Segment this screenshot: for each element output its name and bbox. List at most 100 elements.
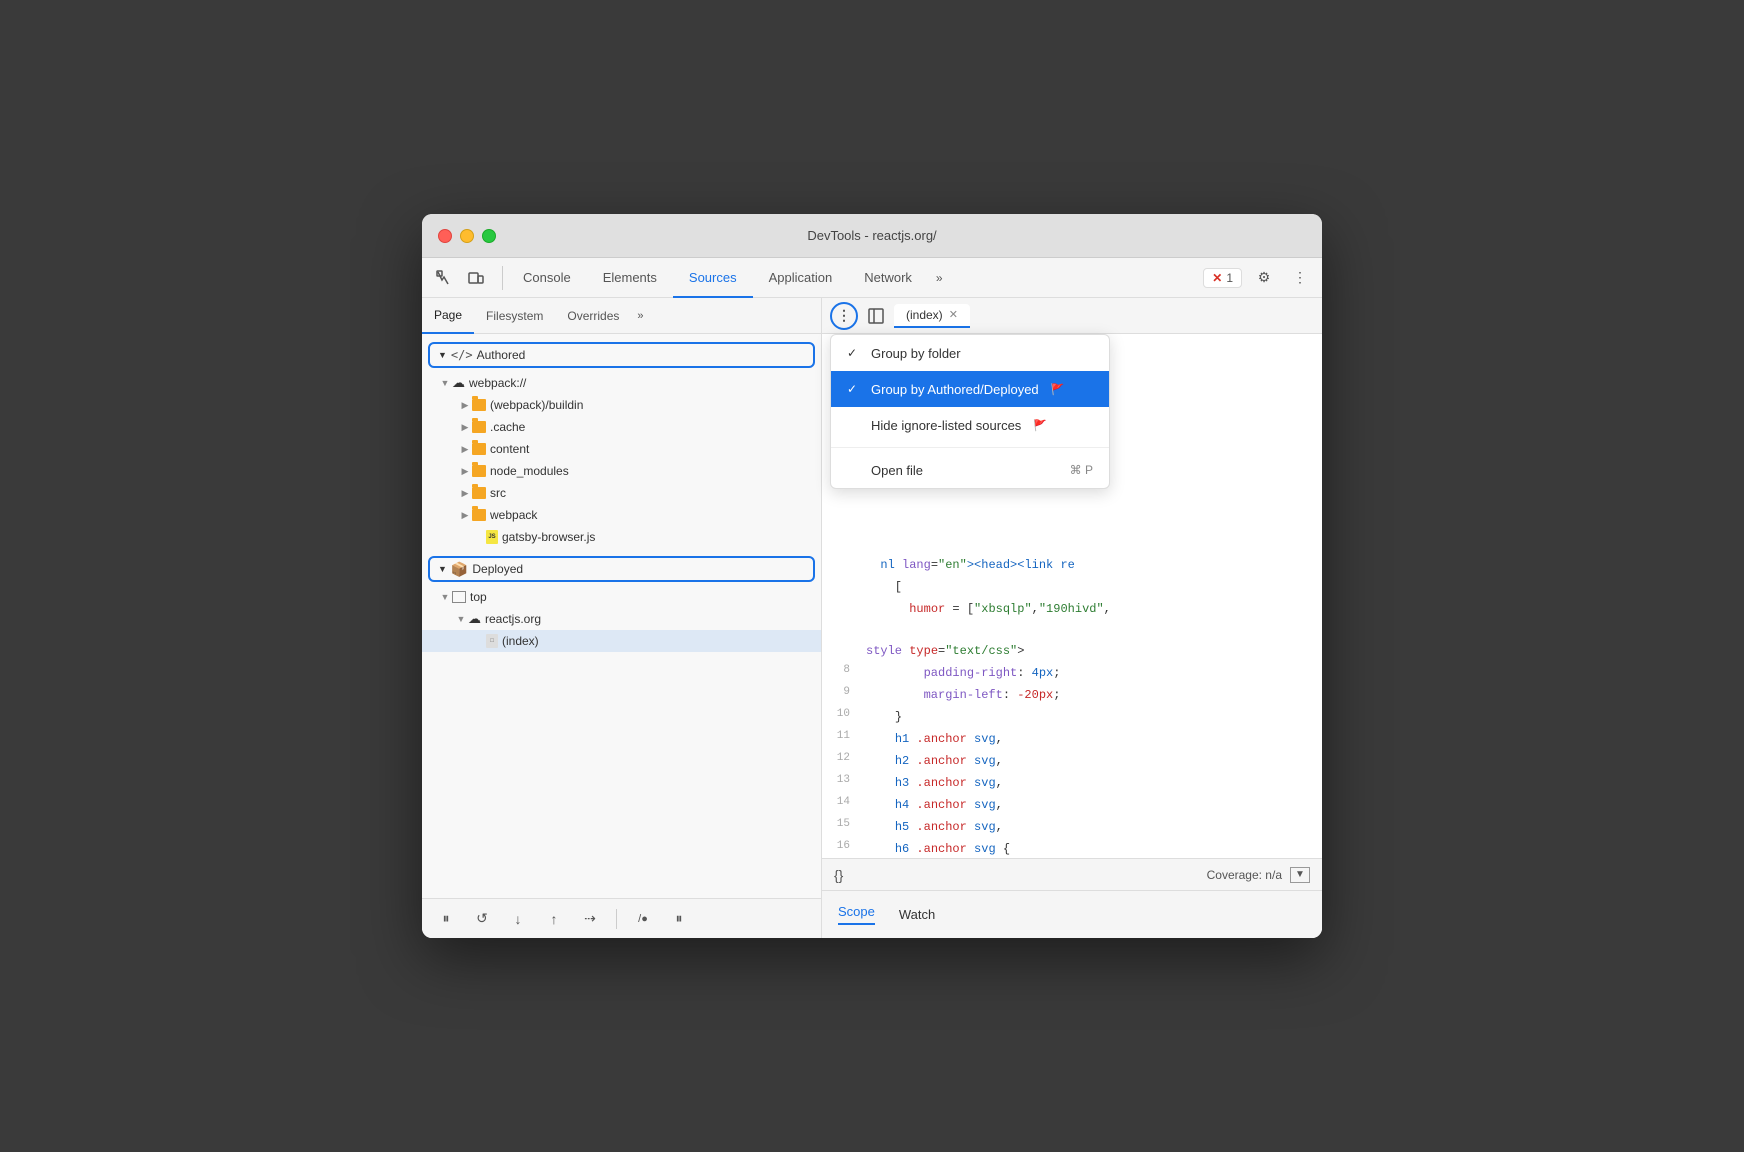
sub-more-button[interactable]: » — [631, 310, 649, 322]
menu-item-open-file[interactable]: Open file ⌘ P — [831, 452, 1109, 488]
device-mode-icon[interactable] — [462, 264, 490, 292]
index-file-label: (index) — [502, 634, 539, 648]
code-line: 14 h4 .anchor svg, — [822, 794, 1322, 816]
three-dots-menu-button[interactable]: ⋮ — [830, 302, 858, 330]
line-number: 14 — [822, 795, 862, 808]
sub-tab-page[interactable]: Page — [422, 298, 474, 334]
maximize-button[interactable] — [482, 229, 496, 243]
line-content: h4 .anchor svg, — [862, 795, 1322, 815]
top-label: top — [470, 590, 487, 604]
folder-name: .cache — [490, 420, 525, 434]
error-count: 1 — [1226, 271, 1233, 285]
tree-folder-content[interactable]: ▶ content — [422, 438, 821, 460]
async-button[interactable]: ⏸ — [667, 907, 691, 931]
blackbox-button[interactable]: /● — [631, 907, 655, 931]
menu-item-hide-ignore[interactable]: Hide ignore-listed sources 🚩 — [831, 407, 1109, 443]
line-number — [822, 599, 862, 600]
code-line: 11 h1 .anchor svg, — [822, 728, 1322, 750]
header-right: ✕ 1 ⚙ ⋮ — [1203, 264, 1314, 292]
step-out-button[interactable]: ↑ — [542, 907, 566, 931]
close-tab-button[interactable]: ✕ — [949, 308, 958, 321]
error-badge[interactable]: ✕ 1 — [1203, 268, 1242, 288]
tree-item-top[interactable]: ▼ top — [422, 586, 821, 608]
tree-item-reactjsorg[interactable]: ▼ ☁ reactjs.org — [422, 608, 821, 630]
devtools-header: Console Elements Sources Application Net… — [422, 258, 1322, 298]
watch-tab[interactable]: Watch — [899, 907, 935, 922]
webpack-arrow-icon: ▼ — [438, 378, 452, 388]
tree-file-gatsby-browser[interactable]: ▶ JS gatsby-browser.js — [422, 526, 821, 548]
menu-item-group-by-folder[interactable]: ✓ Group by folder — [831, 335, 1109, 371]
inspector-icon[interactable] — [430, 264, 458, 292]
menu-item-label: Group by Authored/Deployed — [871, 382, 1039, 397]
tab-sources[interactable]: Sources — [673, 258, 753, 298]
tab-network[interactable]: Network — [848, 258, 928, 298]
tree-item-index[interactable]: ▶ □ (index) — [422, 630, 821, 652]
more-tabs-button[interactable]: » — [928, 258, 951, 298]
folder-icon — [472, 487, 486, 499]
devtools-window: DevTools - reactjs.org/ Console Elements… — [422, 214, 1322, 938]
code-line: style type="text/css"> — [822, 640, 1322, 662]
js-file-icon: JS — [486, 530, 498, 544]
sidebar-toggle-button[interactable] — [862, 302, 890, 330]
file-tree: ▼ </> Authored ▼ ☁ webpack:// ▶ (webpack… — [422, 334, 821, 898]
tab-console[interactable]: Console — [507, 258, 587, 298]
line-content: margin-left: -20px; — [862, 685, 1322, 705]
line-number — [822, 555, 862, 556]
format-button[interactable]: {} — [834, 867, 843, 883]
reactjs-arrow-icon: ▼ — [454, 614, 468, 624]
tab-application[interactable]: Application — [753, 258, 849, 298]
tab-elements[interactable]: Elements — [587, 258, 673, 298]
deployed-label: Deployed — [472, 562, 523, 576]
settings-button[interactable]: ⚙ — [1250, 264, 1278, 292]
folder-icon — [472, 465, 486, 477]
code-status-bar: {} Coverage: n/a ▼ — [822, 858, 1322, 890]
code-line: 15 h5 .anchor svg, — [822, 816, 1322, 838]
line-number: 9 — [822, 685, 862, 698]
step-into-button[interactable]: ↓ — [506, 907, 530, 931]
line-number: 12 — [822, 751, 862, 764]
folder-arrow-icon: ▶ — [458, 444, 472, 455]
webpack-item[interactable]: ▼ ☁ webpack:// — [422, 372, 821, 394]
minimize-button[interactable] — [460, 229, 474, 243]
code-tab-label: (index) — [906, 308, 943, 322]
tree-folder-webpack[interactable]: ▶ webpack — [422, 504, 821, 526]
tree-folder-cache[interactable]: ▶ .cache — [422, 416, 821, 438]
authored-section-header[interactable]: ▼ </> Authored — [428, 342, 815, 368]
sub-tab-overrides[interactable]: Overrides — [555, 298, 631, 334]
close-button[interactable] — [438, 229, 452, 243]
tree-folder-webpack-buildin[interactable]: ▶ (webpack)/buildin — [422, 394, 821, 416]
code-area[interactable]: nl lang="en"><head><link re [ humor = ["… — [822, 554, 1322, 858]
step-forward-button[interactable]: ⇢ — [578, 907, 602, 931]
coverage-icon[interactable]: ▼ — [1290, 867, 1310, 883]
check-icon: ✓ — [847, 346, 863, 360]
folder-icon — [472, 443, 486, 455]
more-options-button[interactable]: ⋮ — [1286, 264, 1314, 292]
sub-tab-filesystem[interactable]: Filesystem — [474, 298, 555, 334]
file-name: gatsby-browser.js — [502, 530, 595, 544]
line-content: h6 .anchor svg { — [862, 839, 1322, 858]
folder-arrow-icon: ▶ — [458, 510, 472, 521]
webpack-label: webpack:// — [469, 376, 526, 390]
tree-folder-src[interactable]: ▶ src — [422, 482, 821, 504]
header-tabs: Console Elements Sources Application Net… — [507, 258, 1203, 298]
dropdown-menu: ✓ Group by folder ✓ Group by Authored/De… — [830, 334, 1110, 489]
check-icon: ✓ — [847, 382, 863, 396]
pause-button[interactable]: ⏸ — [434, 907, 458, 931]
scope-tab[interactable]: Scope — [838, 904, 875, 925]
deployed-section-header[interactable]: ▼ 📦 Deployed — [428, 556, 815, 582]
menu-item-group-authored-deployed[interactable]: ✓ Group by Authored/Deployed 🚩 — [831, 371, 1109, 407]
menu-shortcut: ⌘ P — [1070, 463, 1093, 477]
code-line: humor = ["xbsqlp","190hivd", — [822, 598, 1322, 620]
folder-name: node_modules — [490, 464, 569, 478]
code-tab-index[interactable]: (index) ✕ — [894, 304, 970, 328]
step-over-button[interactable]: ↺ — [470, 907, 494, 931]
tree-folder-node-modules[interactable]: ▶ node_modules — [422, 460, 821, 482]
line-content: nl lang="en"><head><link re — [862, 555, 1322, 575]
folder-name: content — [490, 442, 529, 456]
sub-header: Page Filesystem Overrides » — [422, 298, 821, 334]
line-content: humor = ["xbsqlp","190hivd", — [862, 599, 1322, 619]
header-icons — [430, 264, 490, 292]
folder-icon — [472, 509, 486, 521]
right-panel: ⋮ (index) ✕ — [822, 298, 1322, 938]
line-content: h3 .anchor svg, — [862, 773, 1322, 793]
